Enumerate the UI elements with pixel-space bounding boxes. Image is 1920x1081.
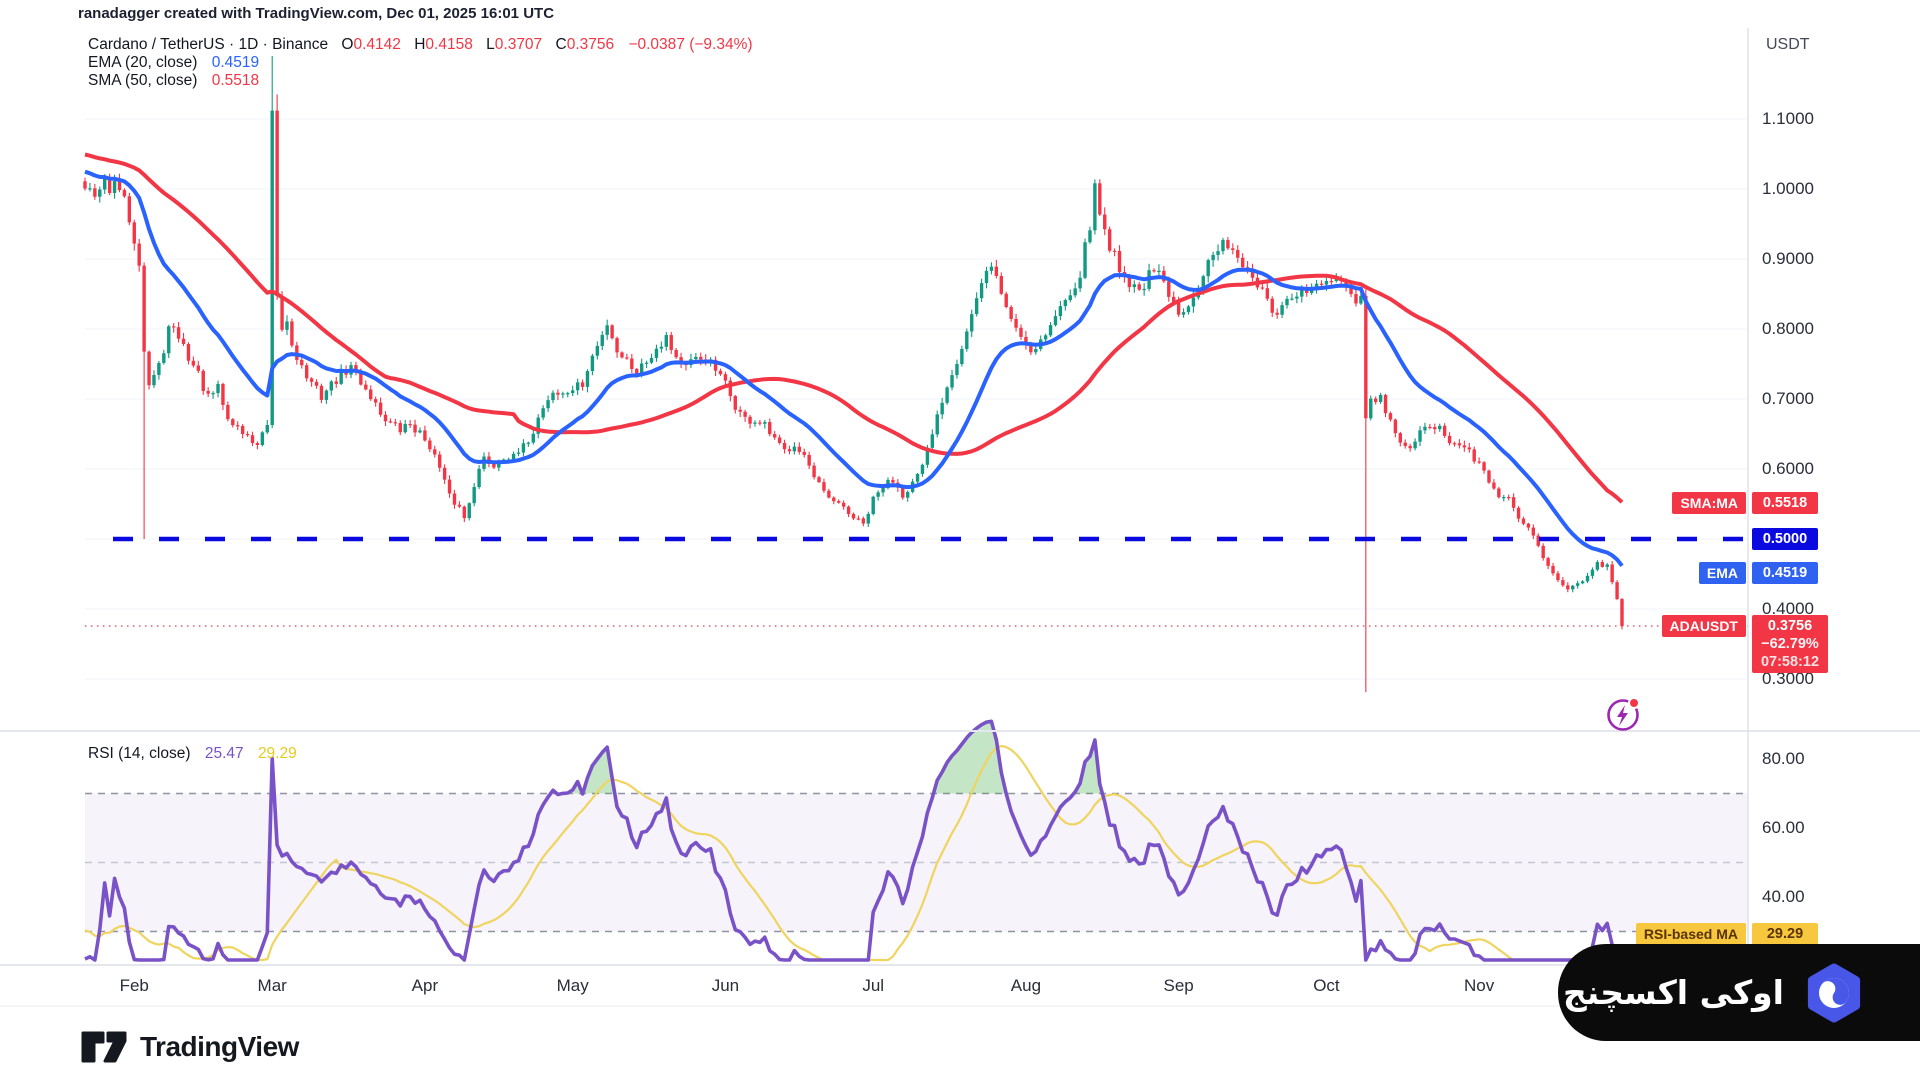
symbol-badge-values: 0.3756 −62.79% 07:58:12 <box>1752 615 1828 674</box>
price-gridlines <box>85 118 1748 680</box>
month-tick-label: Apr <box>411 976 439 995</box>
symbol-badge-label: ADAUSDT <box>1661 615 1746 638</box>
quick-trade-button[interactable] <box>1603 695 1645 740</box>
rsi-ma-badge-value: 29.29 <box>1752 922 1818 945</box>
tradingview-chart-page: ranadagger created with TradingView.com,… <box>0 0 1920 1081</box>
last-price-value: 0.3756 <box>1767 618 1813 635</box>
tradingview-icon <box>81 1031 127 1063</box>
bar-countdown: 07:58:12 <box>1760 654 1820 671</box>
price-tick-label: 0.7000 <box>1762 389 1814 408</box>
price-tick-label: 1.1000 <box>1762 109 1814 128</box>
watermark: ranadagger created with TradingView.com,… <box>78 5 555 22</box>
symbol-legend: Cardano / TetherUS · 1D · Binance O0.414… <box>88 36 753 54</box>
rsi-ma-badge-label: RSI-based MA <box>1635 922 1746 945</box>
notification-dot <box>1628 697 1640 709</box>
rsi-ma-legend-value: 29.29 <box>257 745 297 762</box>
candlestick-series <box>83 56 1624 693</box>
high-key: H <box>414 36 426 53</box>
month-tick-label: Oct <box>1313 976 1340 995</box>
lightning-bolt-icon <box>1617 705 1628 726</box>
rsi-tick-label: 40.00 <box>1762 887 1805 906</box>
ema-badge-value: 0.4519 <box>1752 561 1818 584</box>
price-tick-label: 0.8000 <box>1762 319 1814 338</box>
open-key: O <box>341 36 354 53</box>
ema-legend: EMA (20, close) 0.4519 <box>88 54 259 72</box>
axis-currency-label: USDT <box>1766 36 1810 53</box>
drawdown-percent: −62.79% <box>1761 636 1819 653</box>
ema-legend-label: EMA (20, close) <box>88 54 198 71</box>
rsi-legend: RSI (14, close) 25.47 29.29 <box>88 745 297 763</box>
month-tick-label: Nov <box>1464 976 1495 995</box>
sma-badge-value: 0.5518 <box>1752 491 1818 514</box>
tradingview-logo[interactable]: TradingView <box>80 1026 299 1068</box>
rsi-tick-label: 60.00 <box>1762 818 1805 837</box>
support-badge-value: 0.5000 <box>1752 528 1818 550</box>
symbol-title: Cardano / TetherUS · 1D · Binance <box>88 36 329 53</box>
ema-legend-value: 0.4519 <box>211 54 260 71</box>
exchange-name: اوکی اکسچنج <box>1562 973 1784 1012</box>
sma-legend-value: 0.5518 <box>211 72 260 89</box>
change-value: −0.0387 (−9.34%) <box>628 36 753 53</box>
open-value: 0.4142 <box>353 36 401 53</box>
month-tick-label: Aug <box>1010 976 1042 995</box>
exchange-logo-icon <box>1807 963 1861 1022</box>
tradingview-wordmark: TradingView <box>140 1031 299 1062</box>
sma-legend-label: SMA (50, close) <box>88 72 198 89</box>
price-tick-label: 0.9000 <box>1762 249 1814 268</box>
month-tick-label: May <box>556 976 589 995</box>
month-tick-label: Mar <box>257 976 287 995</box>
sma-badge-label: SMA:MA <box>1672 491 1746 514</box>
sma-line <box>84 152 1624 504</box>
low-key: L <box>486 36 495 53</box>
high-value: 0.4158 <box>425 36 473 53</box>
month-tick-label: Jul <box>862 976 885 995</box>
ema-line <box>84 169 1624 568</box>
close-key: C <box>555 36 567 53</box>
price-tick-label: 1.0000 <box>1762 179 1814 198</box>
rsi-tick-label: 80.00 <box>1762 749 1805 768</box>
exchange-brand-banner[interactable]: اوکی اکسچنج <box>1558 944 1920 1041</box>
month-tick-label: Feb <box>119 976 149 995</box>
price-tick-label: 0.6000 <box>1762 459 1814 478</box>
month-tick-label: Sep <box>1163 976 1194 995</box>
chart-canvas[interactable] <box>0 0 1920 1081</box>
month-tick-label: Jun <box>711 976 740 995</box>
rsi-legend-label: RSI (14, close) <box>88 745 191 762</box>
low-value: 0.3707 <box>494 36 543 53</box>
rsi-legend-value: 25.47 <box>204 745 244 762</box>
ema-badge-label: EMA <box>1698 561 1746 584</box>
close-value: 0.3756 <box>566 36 615 53</box>
sma-legend: SMA (50, close) 0.5518 <box>88 72 259 90</box>
